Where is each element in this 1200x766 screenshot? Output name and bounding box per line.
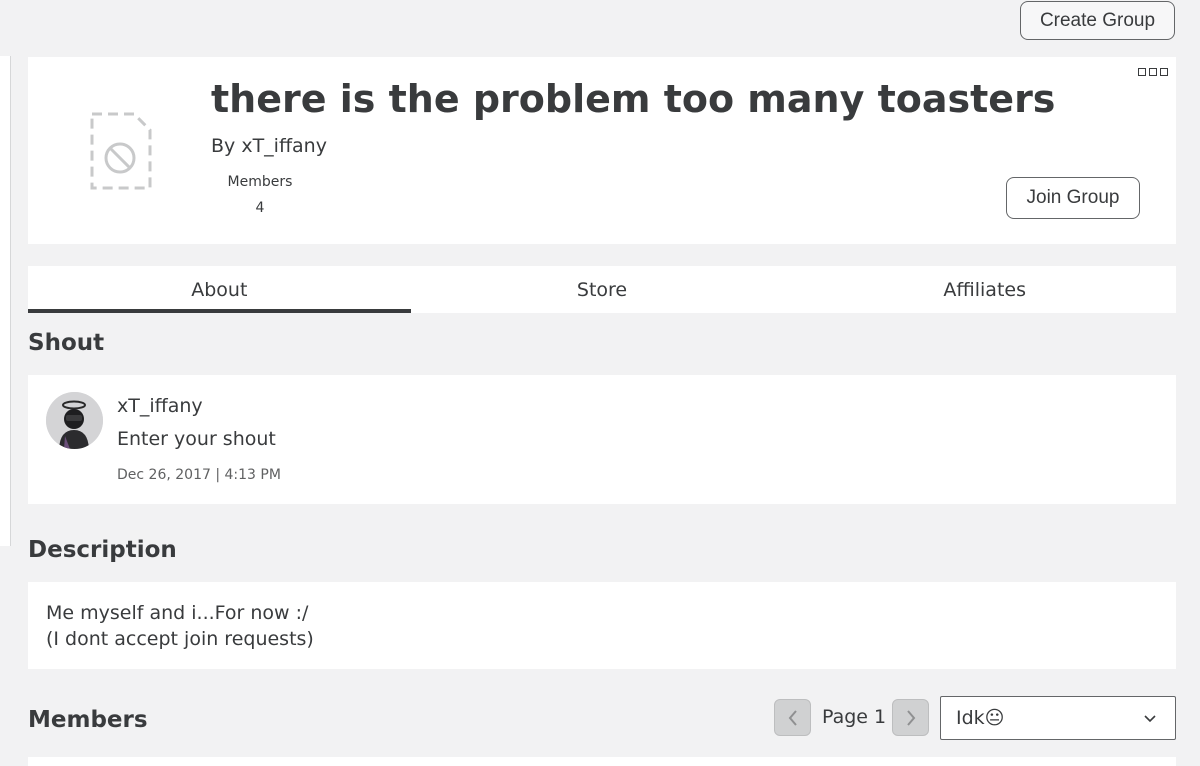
shout-date: Dec 26, 2017 | 4:13 PM <box>117 467 281 483</box>
chevron-right-icon[interactable] <box>892 699 929 736</box>
shout-heading: Shout <box>28 330 105 356</box>
group-name: there is the problem too many toasters <box>211 77 1056 121</box>
shout-username[interactable]: xT_iffany <box>117 395 203 417</box>
members-stat-value: 4 <box>255 200 265 216</box>
left-panel-edge <box>0 56 11 546</box>
avatar[interactable] <box>46 392 103 449</box>
members-heading: Members <box>28 707 148 733</box>
join-group-button[interactable]: Join Group <box>1006 177 1140 219</box>
group-owner[interactable]: By xT_iffany <box>211 135 327 157</box>
description-card: Me myself and i...For now :/ (I dont acc… <box>28 582 1176 669</box>
tab-affiliates[interactable]: Affiliates <box>793 266 1176 313</box>
tab-about[interactable]: About <box>28 266 411 313</box>
group-tabs: About Store Affiliates <box>28 266 1176 313</box>
tab-store[interactable]: Store <box>411 266 794 313</box>
shout-text: Enter your shout <box>117 428 276 450</box>
role-select[interactable]: Idk😐 <box>940 696 1176 740</box>
shout-card: xT_iffany Enter your shout Dec 26, 2017 … <box>28 375 1176 504</box>
page-indicator: Page 1 <box>822 706 887 728</box>
image-unavailable-icon <box>90 112 152 190</box>
members-stat: Members 4 <box>218 174 302 216</box>
group-header-card: there is the problem too many toasters B… <box>28 57 1176 244</box>
more-options-icon[interactable] <box>1138 68 1168 80</box>
role-select-value: Idk😐 <box>956 707 1005 729</box>
chevron-left-icon[interactable] <box>774 699 811 736</box>
chevron-down-icon <box>1143 711 1157 725</box>
create-group-button[interactable]: Create Group <box>1020 1 1175 40</box>
description-line: (I dont accept join requests) <box>46 628 314 650</box>
description-line: Me myself and i...For now :/ <box>46 602 309 624</box>
description-heading: Description <box>28 537 177 563</box>
description-text: Me myself and i...For now :/ (I dont acc… <box>46 600 314 652</box>
members-stat-label: Members <box>227 174 293 190</box>
members-list <box>28 757 1176 766</box>
